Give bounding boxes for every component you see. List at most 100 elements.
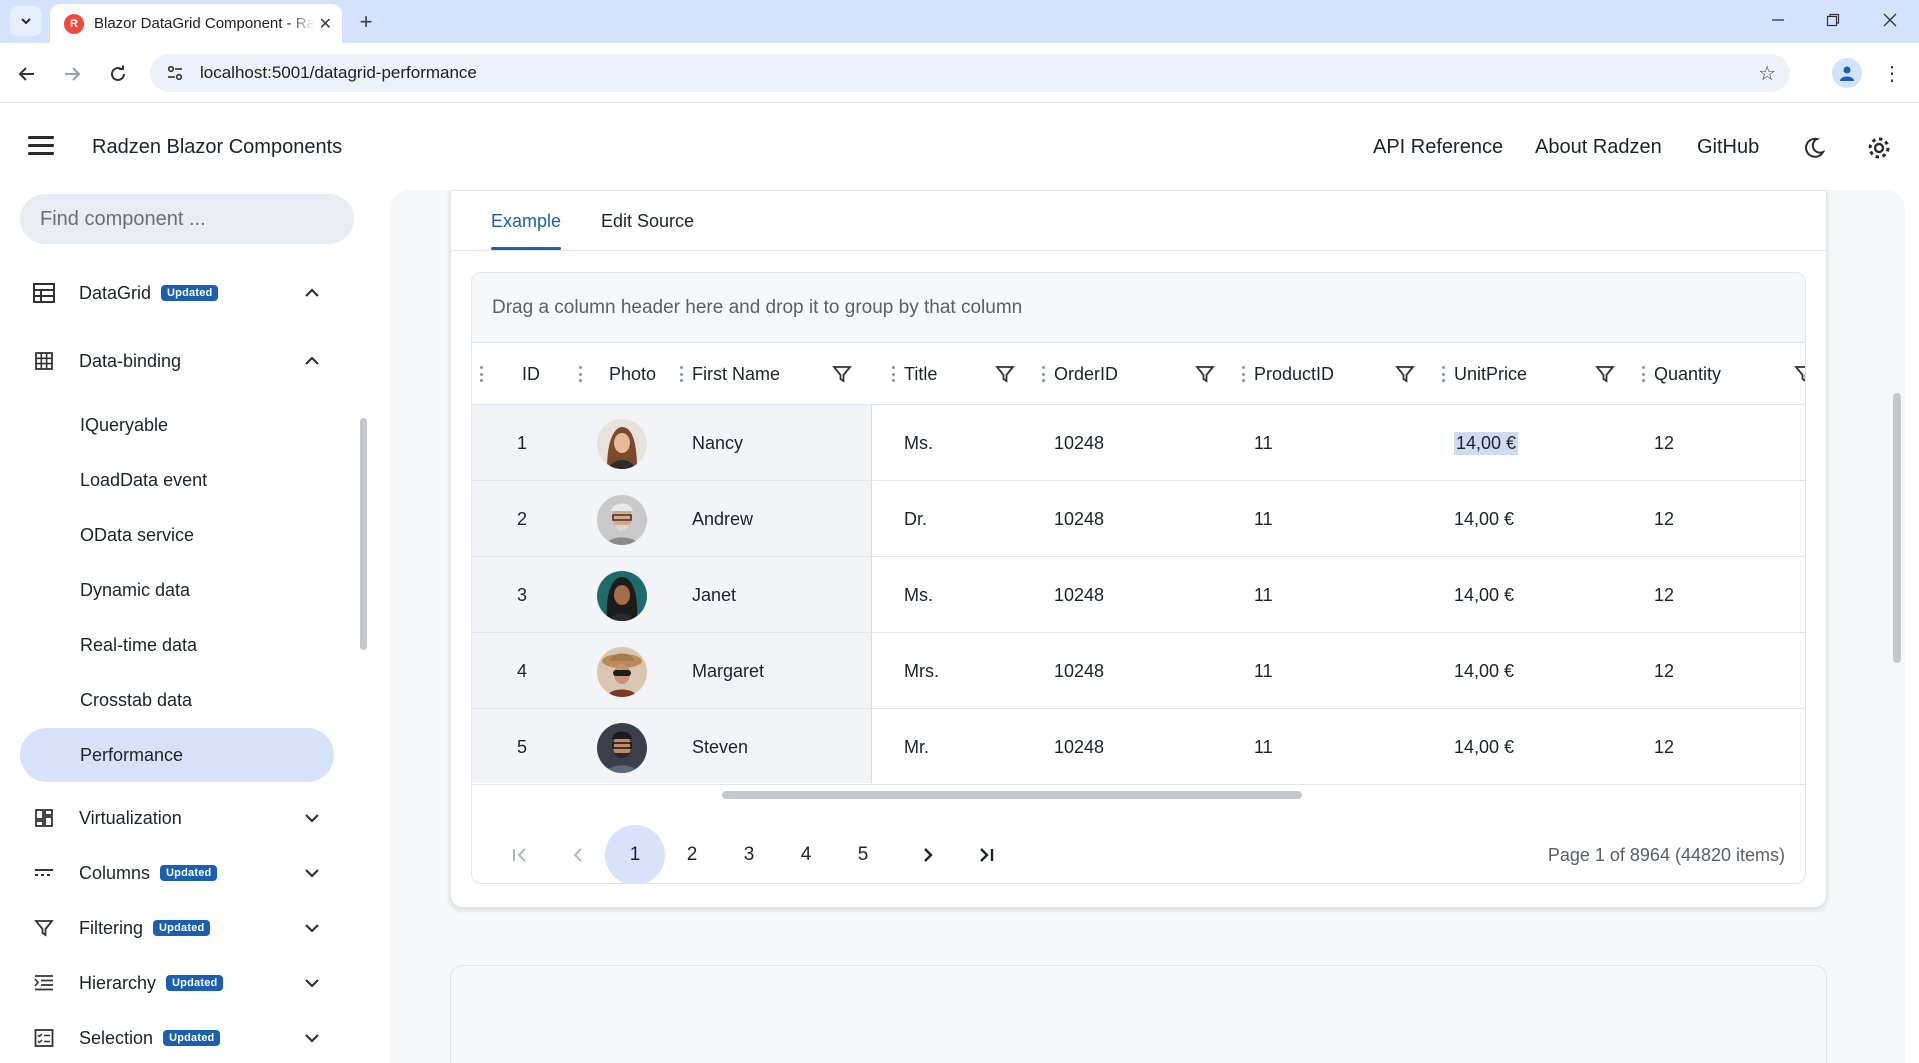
- chevron-right-icon: [924, 848, 933, 862]
- column-drag-handle-icon[interactable]: [1642, 366, 1646, 382]
- close-icon: [1883, 13, 1897, 27]
- table-row[interactable]: 3 Janet Ms. 10248 11 14,00 € 12: [472, 557, 1805, 633]
- column-drag-handle-icon[interactable]: [480, 366, 484, 382]
- bookmark-star-icon[interactable]: ☆: [1758, 61, 1776, 86]
- sidebar-item-virtualization[interactable]: Virtualization: [20, 793, 334, 843]
- sidebar-item-selection[interactable]: Selection Updated: [20, 1013, 334, 1063]
- find-component-input[interactable]: [20, 194, 354, 244]
- profile-avatar-icon[interactable]: [1832, 58, 1862, 88]
- sidebar-item-crosstab-data[interactable]: Crosstab data: [20, 673, 334, 727]
- updated-badge: Updated: [161, 285, 219, 301]
- cell-orderid: 10248: [1054, 584, 1105, 605]
- filter-icon[interactable]: [1595, 364, 1615, 384]
- group-panel[interactable]: Drag a column header here and drop it to…: [472, 273, 1805, 343]
- sidebar-item-loaddata-event[interactable]: LoadData event: [20, 453, 334, 507]
- table-row[interactable]: 2 Andrew Dr. 10248 11 14,00 € 12: [472, 481, 1805, 557]
- table-grid-icon: [32, 281, 56, 305]
- page-button-5[interactable]: 5: [833, 825, 893, 883]
- column-header-title[interactable]: Title: [904, 343, 937, 405]
- column-header-quantity[interactable]: Quantity: [1654, 343, 1721, 405]
- sidebar-item-real-time-data[interactable]: Real-time data: [20, 618, 334, 672]
- filter-icon[interactable]: [995, 364, 1015, 384]
- last-page-icon: [980, 848, 994, 862]
- github-link[interactable]: GitHub: [1697, 136, 1759, 159]
- employee-photo: [597, 571, 647, 621]
- sidebar-item-datagrid[interactable]: DataGrid Updated: [20, 268, 334, 318]
- column-drag-handle-icon[interactable]: [1442, 366, 1446, 382]
- column-header-photo[interactable]: Photo: [609, 343, 656, 405]
- column-header-productid[interactable]: ProductID: [1254, 343, 1334, 405]
- filter-icon[interactable]: [1395, 364, 1415, 384]
- tab-search-button[interactable]: [10, 6, 42, 36]
- url-text[interactable]: localhost:5001/datagrid-performance: [200, 63, 477, 83]
- sidebar-item-performance[interactable]: Performance: [20, 728, 334, 782]
- cell-first-name: Steven: [692, 736, 749, 757]
- cell-unitprice: 14,00 €: [1454, 508, 1515, 529]
- chevron-down-icon: [302, 863, 322, 883]
- sidebar-item-filtering[interactable]: Filtering Updated: [20, 903, 334, 953]
- page-button-4[interactable]: 4: [776, 825, 836, 883]
- first-page-button[interactable]: [490, 825, 550, 883]
- table-row[interactable]: 4 Margaret Mrs. 10248 11 14,00 € 12: [472, 633, 1805, 709]
- main-scrollbar[interactable]: [1893, 393, 1901, 663]
- column-drag-handle-icon[interactable]: [1042, 366, 1046, 382]
- column-drag-handle-icon[interactable]: [1242, 366, 1246, 382]
- column-drag-handle-icon[interactable]: [680, 366, 684, 382]
- settings-gear-icon[interactable]: [1865, 134, 1893, 162]
- forward-button[interactable]: [57, 59, 87, 89]
- site-info-icon[interactable]: [164, 62, 186, 84]
- table-row[interactable]: 5 Steven Mr. 10248 11 14,00 € 12: [472, 709, 1805, 785]
- employee-photo: [597, 419, 647, 469]
- new-tab-button[interactable]: +: [352, 8, 380, 36]
- datagrid: Drag a column header here and drop it to…: [471, 272, 1806, 884]
- filter-icon[interactable]: [1195, 364, 1215, 384]
- close-window-button[interactable]: [1870, 8, 1910, 32]
- browser-tab[interactable]: R Blazor DataGrid Component - Radzen ✕: [50, 4, 342, 43]
- browser-menu-icon[interactable]: ⋮: [1880, 58, 1904, 88]
- previous-page-button[interactable]: [548, 825, 608, 883]
- sidebar-item-hierarchy[interactable]: Hierarchy Updated: [20, 958, 334, 1008]
- restore-window-button[interactable]: [1813, 8, 1853, 32]
- page-button-1[interactable]: 1: [605, 825, 665, 883]
- column-header-unitprice[interactable]: UnitPrice: [1454, 343, 1527, 405]
- cell-productid: 11: [1254, 660, 1273, 681]
- filter-icon[interactable]: [1794, 364, 1806, 384]
- selected-text[interactable]: 14,00 €: [1454, 431, 1519, 455]
- filter-icon[interactable]: [832, 364, 852, 384]
- sidebar-item-columns[interactable]: Columns Updated: [20, 848, 334, 898]
- page-button-2[interactable]: 2: [662, 825, 722, 883]
- cell-id: 3: [517, 584, 528, 605]
- api-reference-link[interactable]: API Reference: [1373, 136, 1503, 159]
- column-header-first-name[interactable]: First Name: [692, 343, 780, 405]
- address-bar[interactable]: localhost:5001/datagrid-performance ☆: [150, 54, 1790, 92]
- next-page-button[interactable]: [898, 825, 958, 883]
- table-row[interactable]: 1 Nancy Ms. 10248 11 14,00 € 12: [472, 405, 1805, 481]
- page-button-3[interactable]: 3: [719, 825, 779, 883]
- column-drag-handle-icon[interactable]: [579, 366, 583, 382]
- back-button[interactable]: [12, 59, 42, 89]
- tab-example[interactable]: Example: [491, 211, 561, 232]
- about-radzen-link[interactable]: About Radzen: [1535, 136, 1662, 159]
- sidebar-item-dynamic-data[interactable]: Dynamic data: [20, 563, 334, 617]
- horizontal-scrollbar[interactable]: [722, 791, 1302, 799]
- pager-summary: Page 1 of 8964 (44820 items): [1547, 845, 1785, 865]
- cell-unitprice[interactable]: 14,00 €: [1454, 405, 1519, 481]
- close-tab-icon[interactable]: ✕: [319, 14, 332, 34]
- hamburger-menu-icon[interactable]: [28, 136, 54, 156]
- column-header-id[interactable]: ID: [522, 343, 540, 405]
- checklist-icon: [32, 1026, 56, 1050]
- column-header-orderid[interactable]: OrderID: [1054, 343, 1118, 405]
- tab-edit-source[interactable]: Edit Source: [601, 211, 694, 232]
- minimize-window-button[interactable]: [1758, 8, 1798, 32]
- chevron-left-icon: [573, 848, 582, 862]
- app-title[interactable]: Radzen Blazor Components: [92, 136, 342, 159]
- cell-first-name: Nancy: [692, 432, 744, 453]
- dark-mode-moon-icon[interactable]: [1800, 134, 1828, 162]
- sidebar-item-data-binding[interactable]: Data-binding: [20, 336, 334, 386]
- column-drag-handle-icon[interactable]: [892, 366, 896, 382]
- sidebar-item-iqueryable[interactable]: IQueryable: [20, 398, 334, 452]
- last-page-button[interactable]: [956, 825, 1016, 883]
- sidebar-item-odata-service[interactable]: OData service: [20, 508, 334, 562]
- sidebar-scrollbar[interactable]: [360, 418, 367, 650]
- reload-button[interactable]: [103, 59, 133, 89]
